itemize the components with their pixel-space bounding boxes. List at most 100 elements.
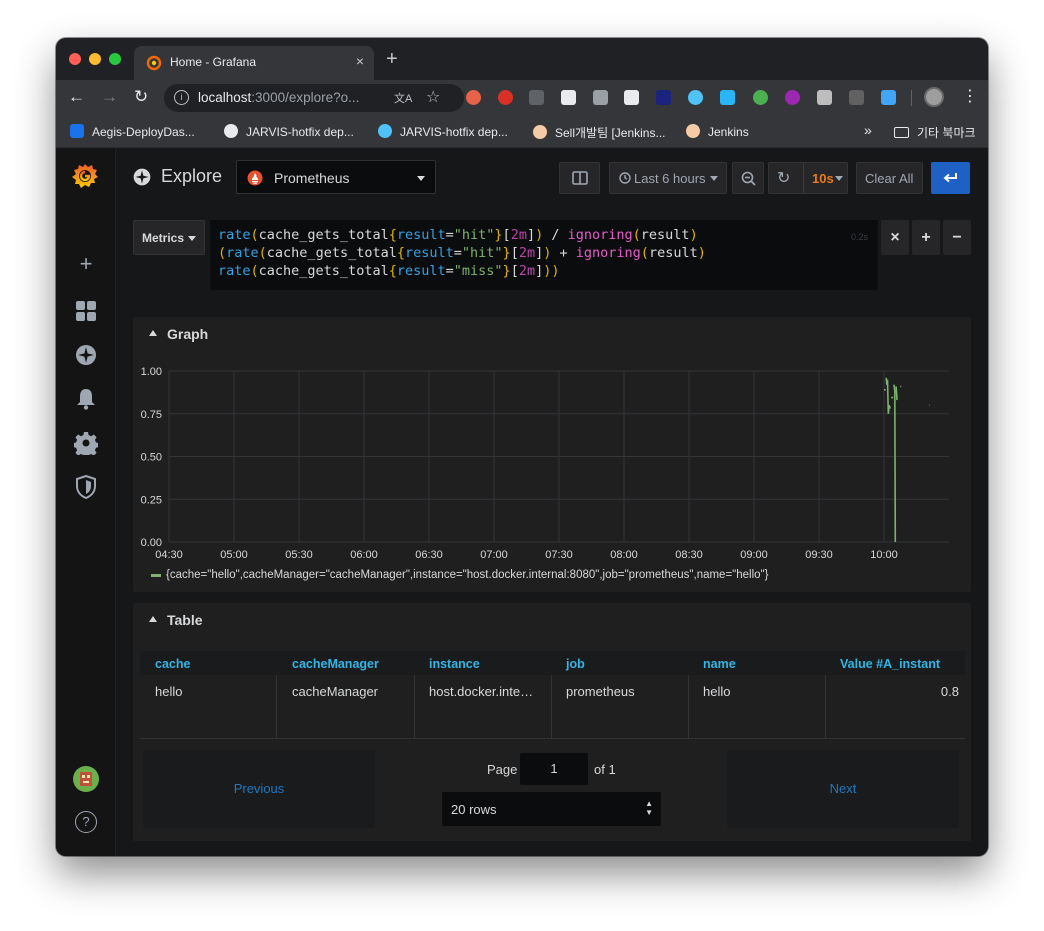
add-query-button[interactable]: +	[912, 220, 940, 255]
minimize-window-button[interactable]	[89, 53, 101, 65]
camera-extension-icon[interactable]	[593, 90, 608, 105]
tab-close-icon[interactable]: ×	[356, 53, 364, 69]
x-tick-label: 09:30	[805, 549, 833, 561]
bookmark-star-icon[interactable]: ☆	[426, 87, 440, 107]
extension-icon[interactable]	[785, 90, 800, 105]
bookmark-item[interactable]: JARVIS-hotfix dep...	[378, 124, 508, 139]
bookmark-item[interactable]: JARVIS-hotfix dep...	[224, 124, 354, 139]
collapse-caret-icon[interactable]	[149, 330, 157, 336]
browser-tab[interactable]: Home - Grafana ×	[134, 46, 374, 80]
page-number-input[interactable]: 1	[520, 753, 588, 785]
refresh-interval[interactable]: 10s	[812, 171, 834, 186]
time-range-picker[interactable]: Last 6 hours	[609, 162, 727, 194]
extension-icon[interactable]	[624, 90, 639, 105]
extension-icon[interactable]	[656, 90, 671, 105]
table-panel: Table cache cacheManager instance job na…	[133, 603, 971, 841]
refresh-picker[interactable]: ↻ 10s	[768, 162, 848, 194]
metrics-dropdown[interactable]: Metrics	[133, 220, 205, 255]
collapse-query-button[interactable]: −	[943, 220, 971, 255]
bookmark-item[interactable]: Aegis-DeployDas...	[70, 124, 195, 139]
toolbar-separator	[911, 90, 912, 106]
datasource-picker[interactable]: Prometheus	[236, 160, 436, 194]
graph-panel-title[interactable]: Graph	[167, 326, 208, 342]
zoom-window-button[interactable]	[109, 53, 121, 65]
table-cell: prometheus	[552, 675, 689, 738]
prometheus-icon	[247, 170, 263, 186]
clear-all-button[interactable]: Clear All	[856, 162, 923, 194]
close-icon: ×	[890, 229, 900, 246]
bookmarks-overflow-icon[interactable]: »	[864, 122, 872, 138]
tab-strip: Home - Grafana × +	[56, 38, 988, 80]
extension-icon[interactable]	[881, 90, 896, 105]
metrics-label: Metrics	[142, 231, 185, 245]
extension-icon[interactable]	[561, 90, 576, 105]
zoom-out-button[interactable]	[732, 162, 764, 194]
y-tick-label: 0.00	[141, 537, 162, 549]
column-header[interactable]: name	[703, 651, 736, 675]
user-avatar[interactable]	[73, 766, 99, 792]
site-info-icon[interactable]: i	[174, 90, 189, 105]
column-header[interactable]: Value #A_instant	[840, 651, 940, 675]
server-admin-shield-icon[interactable]	[74, 475, 98, 499]
shield-icon	[70, 124, 84, 138]
x-tick-label: 09:00	[740, 549, 768, 561]
extension-icon[interactable]	[817, 90, 832, 105]
page-title: Explore	[161, 166, 223, 186]
jarvis-icon	[378, 124, 392, 138]
alerting-bell-icon[interactable]	[74, 387, 98, 411]
refresh-icon[interactable]: ↻	[777, 168, 790, 188]
x-tick-label: 06:00	[350, 549, 378, 561]
y-tick-label: 0.75	[141, 409, 162, 421]
explore-main: Explore Prometheus Last 6 hours ↻ 10s Cl…	[116, 149, 988, 856]
run-query-button[interactable]	[931, 162, 970, 194]
column-header[interactable]: instance	[429, 651, 480, 675]
back-arrow-icon[interactable]: ←	[68, 88, 85, 106]
extension-icon[interactable]	[720, 90, 735, 105]
configuration-gear-icon[interactable]	[74, 431, 98, 455]
browser-menu-icon[interactable]: ⋮	[962, 87, 978, 107]
page-label: Page	[487, 762, 518, 777]
address-bar[interactable]: i localhost:3000/explore?o... 文A ☆	[164, 84, 464, 112]
series-line-segment	[895, 386, 898, 401]
explore-compass-icon[interactable]	[74, 343, 98, 367]
column-header[interactable]: cache	[155, 651, 190, 675]
bookmark-item[interactable]: Jenkins	[686, 124, 749, 139]
next-page-button[interactable]: Next	[727, 750, 959, 828]
rows-per-page-select[interactable]: 20 rows ▲ ▼	[442, 792, 661, 826]
remove-query-button[interactable]: ×	[881, 220, 909, 255]
extension-icon[interactable]	[849, 90, 864, 105]
profile-avatar[interactable]	[924, 87, 944, 107]
collapse-caret-icon[interactable]	[149, 616, 157, 622]
page-total-label: of 1	[594, 762, 616, 777]
legend-swatch[interactable]	[151, 574, 161, 577]
new-tab-button[interactable]: +	[386, 49, 398, 69]
split-view-button[interactable]	[559, 162, 600, 194]
extension-icon[interactable]	[529, 90, 544, 105]
column-header[interactable]: cacheManager	[292, 651, 379, 675]
extension-icon[interactable]	[498, 90, 513, 105]
graph-chart[interactable]: 0.00 0.25 0.50 0.75 1.00 04:30 05:00 05:30 06:00…	[133, 355, 971, 563]
translate-icon[interactable]: 文A	[394, 90, 412, 106]
create-plus-icon[interactable]: +	[74, 252, 98, 276]
previous-page-button[interactable]: Previous	[143, 750, 375, 828]
other-bookmarks-folder[interactable]: 기타 북마크	[894, 124, 976, 141]
grafana-logo-icon[interactable]	[70, 161, 100, 191]
dashboards-icon[interactable]	[74, 299, 98, 323]
forward-arrow-icon[interactable]: →	[101, 88, 118, 106]
time-range-label: Last 6 hours	[634, 171, 706, 186]
help-icon[interactable]: ?	[75, 811, 97, 833]
divider	[803, 163, 804, 193]
grafana-app: + ? Explore Prometheus Last 6 hours ↻ 10…	[56, 149, 988, 856]
x-tick-label: 06:30	[415, 549, 443, 561]
extension-icon[interactable]	[688, 90, 703, 105]
reload-icon[interactable]: ↻	[134, 88, 148, 106]
bookmark-item[interactable]: Sell개발팀 [Jenkins...	[533, 124, 666, 141]
query-editor[interactable]: rate(cache_gets_total{result="hit"}[2m])…	[210, 220, 878, 290]
extension-icon[interactable]	[466, 90, 481, 105]
extension-icon[interactable]	[753, 90, 768, 105]
table-panel-title[interactable]: Table	[167, 612, 203, 628]
column-header[interactable]: job	[566, 651, 585, 675]
legend-series-label[interactable]: {cache="hello",cacheManager="cacheManage…	[166, 569, 768, 581]
close-window-button[interactable]	[69, 53, 81, 65]
graph-panel: Graph 0.00 0.25 0.50 0.75 1.00 04:30 05:00 05:3…	[133, 317, 971, 592]
